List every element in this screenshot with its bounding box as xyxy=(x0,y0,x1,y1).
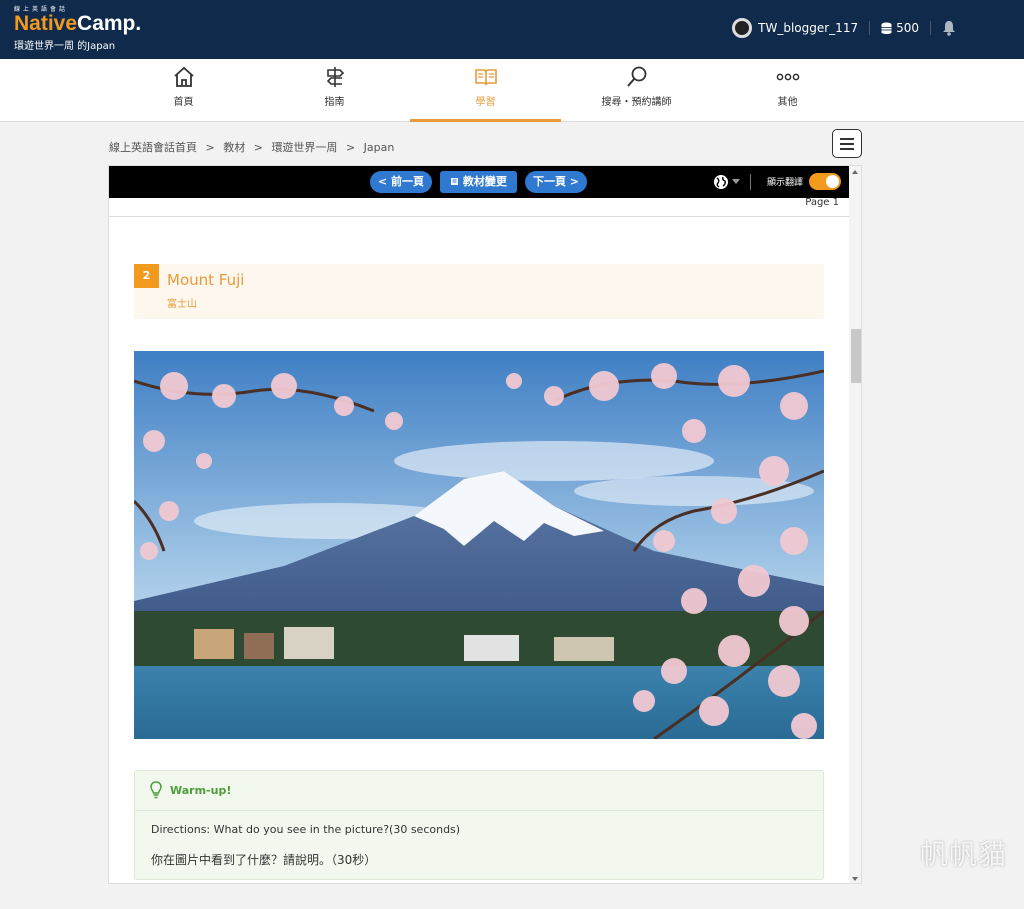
breadcrumb-separator: > xyxy=(253,141,263,154)
breadcrumb-separator: > xyxy=(205,141,215,154)
hamburger-icon-line xyxy=(840,148,854,150)
lesson-number-badge: 2 xyxy=(134,264,159,288)
toggle-knob xyxy=(826,175,839,188)
logo-course-title: 環遊世界一周 的Japan xyxy=(14,41,116,52)
breadcrumb-current: Japan xyxy=(363,141,395,154)
next-page-button[interactable]: 下一頁 > xyxy=(525,171,587,193)
nav-label: 首頁 xyxy=(173,97,194,108)
coin-stack-icon xyxy=(881,22,892,34)
main-nav: 首頁 指南 學習 搜尋・預約講師 其他 xyxy=(0,59,1024,122)
prev-page-button[interactable]: < 前一頁 xyxy=(370,171,432,193)
more-icon xyxy=(776,73,799,81)
breadcrumb: 線上英語會話首頁 > 教材 > 環遊世界一周 > Japan xyxy=(109,139,399,155)
username[interactable]: TW_blogger_117 xyxy=(758,21,858,35)
lesson-header: 2 Mount Fuji 富士山 xyxy=(134,264,824,319)
hamburger-menu-button[interactable] xyxy=(832,129,862,158)
warmup-box: Warm-up! Directions: What do you see in … xyxy=(134,770,824,880)
divider xyxy=(109,216,849,217)
divider xyxy=(930,21,931,35)
change-material-button[interactable]: 教材變更 xyxy=(440,171,517,193)
nav-label: 指南 xyxy=(324,97,345,108)
lightbulb-icon xyxy=(150,781,162,799)
breadcrumb-home[interactable]: 線上英語會話首頁 xyxy=(109,141,197,154)
book-small-icon xyxy=(451,178,459,185)
user-status: TW_blogger_117 500 xyxy=(732,18,956,38)
breadcrumb-course[interactable]: 環遊世界一周 xyxy=(271,141,337,154)
home-icon xyxy=(173,66,194,87)
translate-label: 顯示翻譯 xyxy=(767,178,804,188)
page-number: Page 1 xyxy=(805,197,839,208)
nav-item-search-teachers[interactable]: 搜尋・預約講師 xyxy=(561,59,712,122)
warmup-title: Warm-up! xyxy=(170,784,232,797)
nav-item-home[interactable]: 首頁 xyxy=(108,59,259,122)
coin-count[interactable]: 500 xyxy=(896,21,919,35)
mount-fuji-photo xyxy=(134,351,824,739)
nav-label: 搜尋・預約講師 xyxy=(601,97,672,108)
change-material-label: 教材變更 xyxy=(462,175,507,188)
viewer-toolbar: < 前一頁 教材變更 下一頁 > 顯示翻譯 xyxy=(109,166,849,198)
signpost-icon xyxy=(326,67,344,87)
lesson-viewer: < 前一頁 教材變更 下一頁 > 顯示翻譯 Page 1 2 Mount Fuj… xyxy=(108,165,862,884)
nav-label: 其他 xyxy=(777,97,798,108)
globe-icon[interactable] xyxy=(713,174,729,190)
scroll-thumb[interactable] xyxy=(851,329,861,383)
logo-wordmark: NativeCamp. xyxy=(14,12,142,35)
translate-toggle[interactable] xyxy=(809,173,841,190)
warmup-header: Warm-up! xyxy=(135,771,823,811)
bell-icon[interactable] xyxy=(942,20,956,36)
divider xyxy=(750,174,751,190)
nav-item-guide[interactable]: 指南 xyxy=(259,59,410,122)
nav-item-study[interactable]: 學習 xyxy=(410,59,561,122)
hamburger-icon xyxy=(840,138,854,140)
book-icon xyxy=(474,69,497,86)
scroll-up-arrow[interactable] xyxy=(852,170,858,174)
top-header: 線上英語會話 NativeCamp. 環遊世界一周 的Japan TW_blog… xyxy=(0,0,1024,59)
breadcrumb-materials[interactable]: 教材 xyxy=(223,141,245,154)
viewer-scrollbar[interactable] xyxy=(849,166,861,883)
nav-item-more[interactable]: 其他 xyxy=(712,59,863,122)
language-dropdown-caret[interactable] xyxy=(732,179,740,184)
lesson-subtitle: 富士山 xyxy=(167,299,197,310)
search-icon xyxy=(626,66,646,87)
breadcrumb-separator: > xyxy=(345,141,356,154)
scroll-down-arrow[interactable] xyxy=(852,877,858,881)
nav-label: 學習 xyxy=(475,97,496,108)
warmup-directions-zh: 你在圖片中看到了什麼？請說明。（30秒） xyxy=(151,853,377,867)
avatar[interactable] xyxy=(732,18,753,38)
divider xyxy=(869,21,871,35)
watermark-text: 帆帆貓 xyxy=(920,838,1008,871)
hamburger-icon-line xyxy=(840,143,854,145)
lesson-title: Mount Fuji xyxy=(167,271,245,289)
site-logo[interactable]: 線上英語會話 NativeCamp. 環遊世界一周 的Japan xyxy=(14,4,141,52)
warmup-directions: Directions: What do you see in the pictu… xyxy=(151,823,461,836)
